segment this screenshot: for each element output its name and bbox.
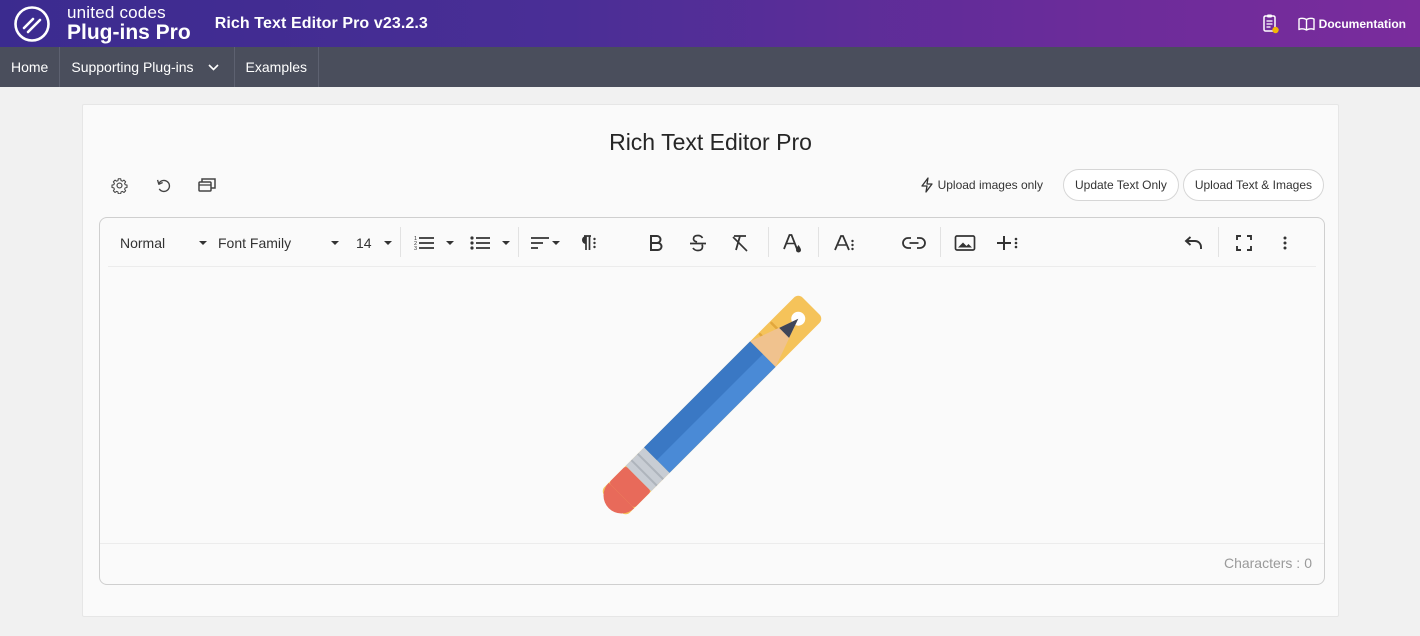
text-color-button[interactable] [782,218,802,267]
image-icon [954,234,976,251]
update-text-only-button[interactable]: Update Text Only [1062,169,1179,201]
align-icon [531,236,549,249]
windows-icon [198,178,216,192]
more-icon [1283,236,1287,249]
upload-images-only-label: Upload images only [937,178,1043,192]
logo-product: Plug-ins Pro [67,21,191,44]
insert-more-icon [997,235,1018,250]
caret-down-icon [199,240,208,245]
reset-icon [156,179,170,192]
ruler-pencil-illustration [602,295,822,515]
undo-button[interactable] [1182,218,1204,267]
nav-item-home[interactable]: Home [0,47,61,87]
link-icon [902,236,926,249]
logo[interactable]: united codes Plug-ins Pro [13,4,191,43]
app-title: Rich Text Editor Pro v23.2.3 [214,14,428,32]
font-family-dropdown[interactable]: Font Family [218,218,340,267]
insert-more-button[interactable] [996,218,1020,267]
link-button[interactable] [902,218,926,267]
paragraph-format-icon [582,234,596,250]
fullscreen-icon [1236,234,1252,251]
windows-button[interactable] [197,175,217,195]
bold-icon [650,234,663,251]
nav-item-label: Supporting Plug-ins [71,59,194,75]
clipboard-notification-icon[interactable] [1260,13,1282,35]
editor-content-area[interactable] [100,267,1324,544]
bold-button[interactable] [648,218,664,267]
editor-toolbar: Normal Font Family 14 1 2 3 [108,218,1316,267]
reset-button[interactable] [153,175,173,195]
settings-button[interactable] [109,175,129,195]
unordered-list-icon [470,235,490,250]
unordered-list-button[interactable] [470,218,510,267]
fullscreen-button[interactable] [1236,218,1252,267]
ordered-list-button[interactable]: 1 2 3 [414,218,454,267]
paragraph-format-button[interactable] [576,218,598,267]
clear-formatting-icon [732,234,748,252]
ordered-list-icon: 1 2 3 [414,236,434,252]
lightning-icon [920,177,933,193]
insert-image-button[interactable] [954,218,976,267]
align-button[interactable] [530,218,560,267]
undo-icon [1184,235,1202,249]
page-title: Rich Text Editor Pro [609,129,812,155]
united-codes-logo-icon [14,5,50,42]
top-bar: united codes Plug-ins Pro Rich Text Edit… [0,0,1420,47]
chevron-down-icon [207,63,219,71]
documentation-label: Documentation [1318,16,1406,31]
caret-down-icon [552,240,560,245]
upload-images-only-toggle[interactable]: Upload images only [920,177,1043,193]
clear-formatting-button[interactable] [730,218,750,267]
caret-down-icon [383,240,392,245]
nav-item-label: Home [11,59,49,75]
editor-footer: Characters :0 [100,543,1324,584]
rich-text-editor: Normal Font Family 14 1 2 3 Characters:… [99,217,1325,585]
paragraph-style-dropdown[interactable]: Normal [120,218,208,267]
documentation-link[interactable]: Documentation [1297,16,1406,31]
character-counter: Characters :0 [1220,555,1312,571]
strikethrough-button[interactable] [688,218,708,267]
book-icon [1297,17,1315,31]
font-size-icon [834,234,854,250]
strikethrough-icon [690,234,706,251]
editor-card: Rich Text Editor Pro Upload images only … [82,104,1339,617]
character-counter-label: Characters : [1223,555,1301,571]
caret-down-icon [331,240,340,245]
caret-down-icon [502,240,510,245]
logo-brand: united codes [67,3,166,22]
more-options-button[interactable] [1282,218,1288,267]
font-family-value: Font Family [218,234,292,251]
upload-text-images-button[interactable]: Upload Text & Images [1182,169,1324,201]
svg-text:3: 3 [414,246,417,252]
font-size-dropdown[interactable]: 14 [356,218,392,267]
nav-item-supporting-plugins[interactable]: Supporting Plug-ins [60,47,235,87]
font-size-value: 14 [356,234,372,251]
text-color-icon [783,233,801,252]
nav-bar: Home Supporting Plug-ins Examples [0,47,1420,87]
character-counter-value: 0 [1304,555,1312,571]
font-size-button[interactable] [834,218,856,267]
nav-item-label: Examples [245,59,308,75]
gear-icon [110,177,128,194]
caret-down-icon [446,240,454,245]
paragraph-style-value: Normal [120,234,166,251]
nav-item-examples[interactable]: Examples [235,47,320,87]
